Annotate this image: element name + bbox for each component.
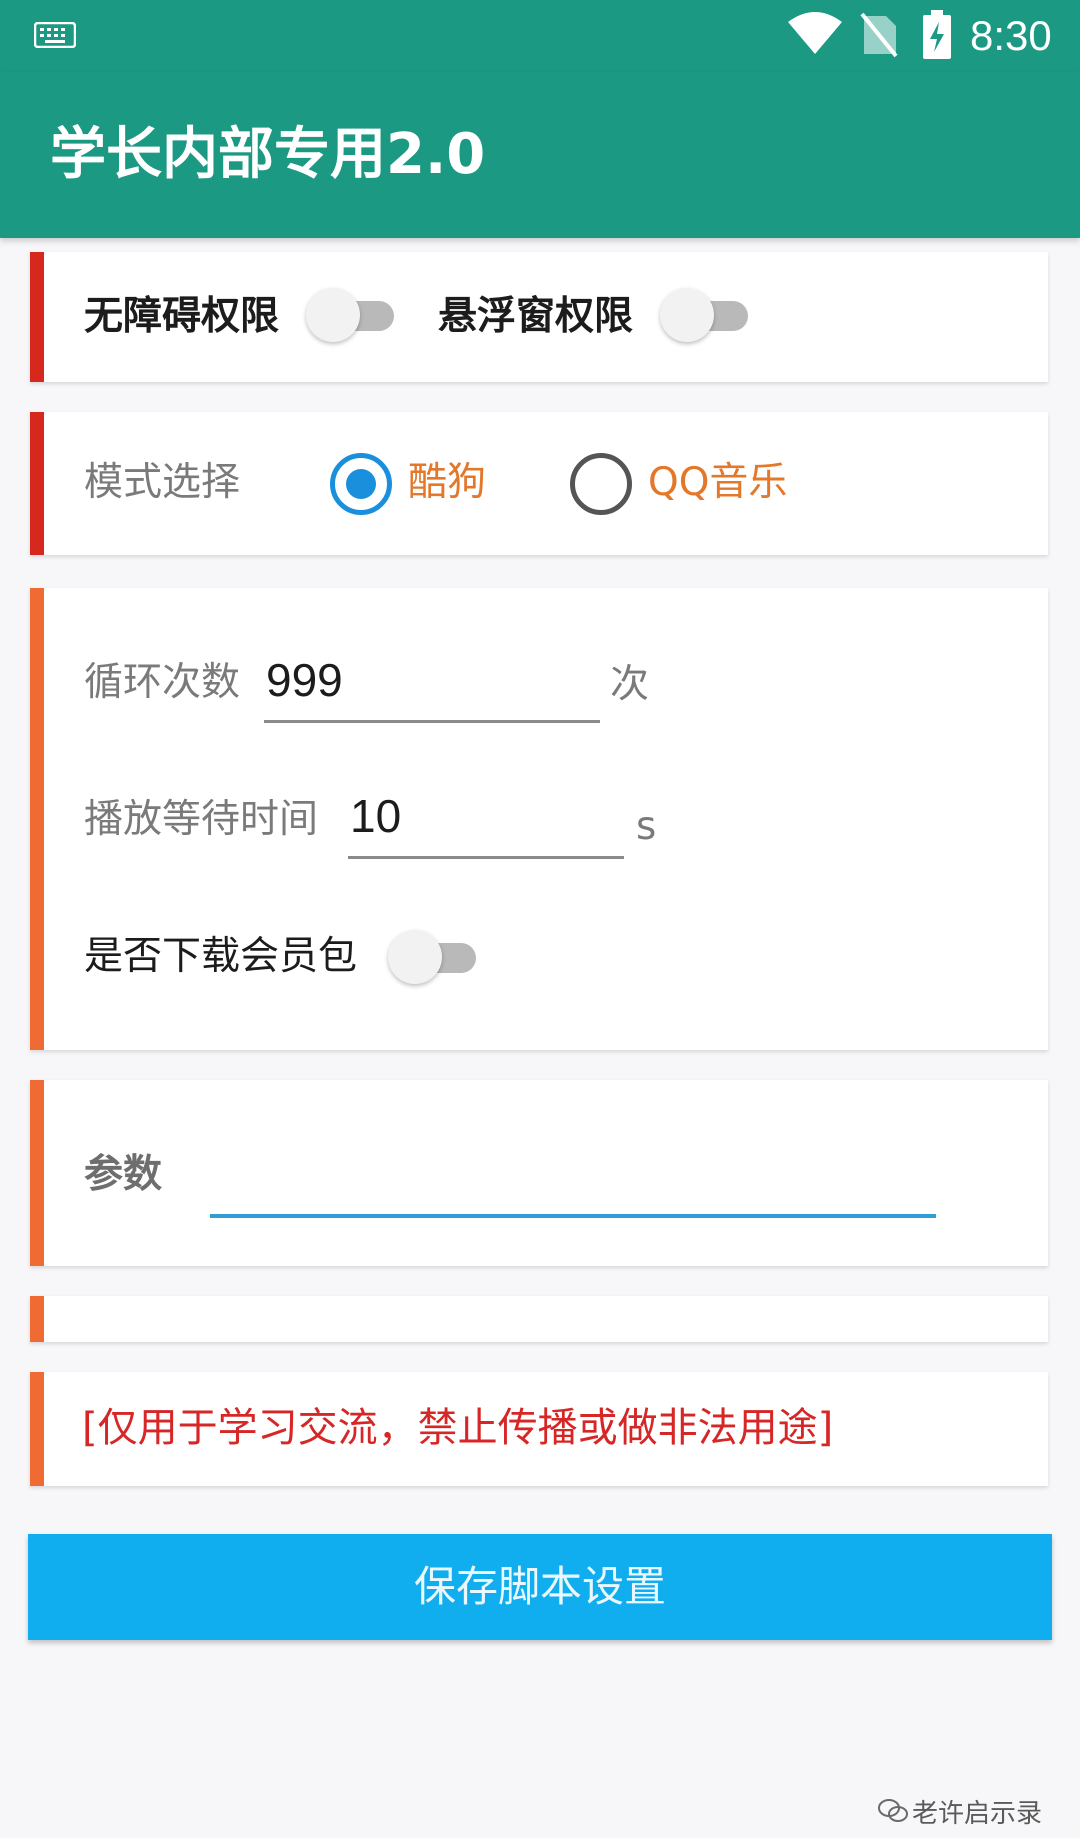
- params-label: 参数: [84, 1152, 163, 1197]
- status-bar: 8:30: [0, 0, 1080, 72]
- switch-thumb: [306, 288, 360, 342]
- loop-count-label: 循环次数: [84, 660, 241, 705]
- usage-notice-text: [仅用于学习交流，禁止传播或做非法用途]: [82, 1405, 834, 1451]
- permissions-card: 无障碍权限 悬浮窗权限: [30, 252, 1048, 382]
- radio-qq-music[interactable]: [570, 453, 632, 515]
- params-input-underline: [210, 1214, 936, 1218]
- card-accent-bar: [30, 588, 44, 1050]
- download-vip-label: 是否下载会员包: [84, 934, 358, 979]
- notice-card: [仅用于学习交流，禁止传播或做非法用途]: [30, 1372, 1048, 1486]
- overlay-permission-label: 悬浮窗权限: [438, 294, 634, 339]
- no-sim-icon: [860, 12, 898, 58]
- loop-count-input-underline: [264, 720, 600, 723]
- wait-time-unit: s: [636, 804, 657, 849]
- overlay-permission-switch[interactable]: [660, 282, 760, 346]
- keyboard-icon: [34, 22, 76, 48]
- wait-time-label: 播放等待时间: [84, 797, 319, 842]
- radio-kugou[interactable]: [330, 453, 392, 515]
- loop-count-input[interactable]: 999: [266, 652, 343, 708]
- card-accent-bar: [30, 1372, 44, 1486]
- page-title: 学长内部专用2.0: [50, 122, 486, 187]
- card-accent-bar: [30, 412, 44, 555]
- params-card: 参数: [30, 1080, 1048, 1266]
- wifi-icon: [788, 12, 842, 54]
- wechat-logo-icon: [878, 1799, 908, 1822]
- script-settings-card: 循环次数 999 次 播放等待时间 10 s 是否下载会员包: [30, 588, 1048, 1050]
- radio-dot: [346, 469, 376, 499]
- watermark-text: 老许启示录: [912, 1799, 1043, 1829]
- empty-card: [30, 1296, 1048, 1342]
- accessibility-permission-label: 无障碍权限: [84, 294, 280, 339]
- card-accent-bar: [30, 1296, 44, 1342]
- radio-kugou-label[interactable]: 酷狗: [408, 458, 486, 508]
- mode-select-label: 模式选择: [84, 460, 241, 505]
- loop-count-unit: 次: [610, 662, 650, 707]
- wait-time-input[interactable]: 10: [350, 788, 401, 844]
- card-accent-bar: [30, 1080, 44, 1266]
- card-accent-bar: [30, 252, 44, 382]
- switch-thumb: [388, 930, 442, 984]
- switch-thumb: [660, 288, 714, 342]
- battery-charging-icon: [923, 10, 951, 59]
- app-bar: 学长内部专用2.0: [0, 72, 1080, 238]
- download-vip-switch[interactable]: [388, 924, 488, 988]
- radio-qq-music-label[interactable]: QQ音乐: [648, 458, 787, 508]
- accessibility-permission-switch[interactable]: [306, 282, 406, 346]
- mode-select-card: 模式选择 酷狗 QQ音乐: [30, 412, 1048, 555]
- save-settings-button[interactable]: 保存脚本设置: [28, 1534, 1052, 1640]
- status-clock: 8:30: [970, 12, 1052, 59]
- wait-time-input-underline: [348, 856, 624, 859]
